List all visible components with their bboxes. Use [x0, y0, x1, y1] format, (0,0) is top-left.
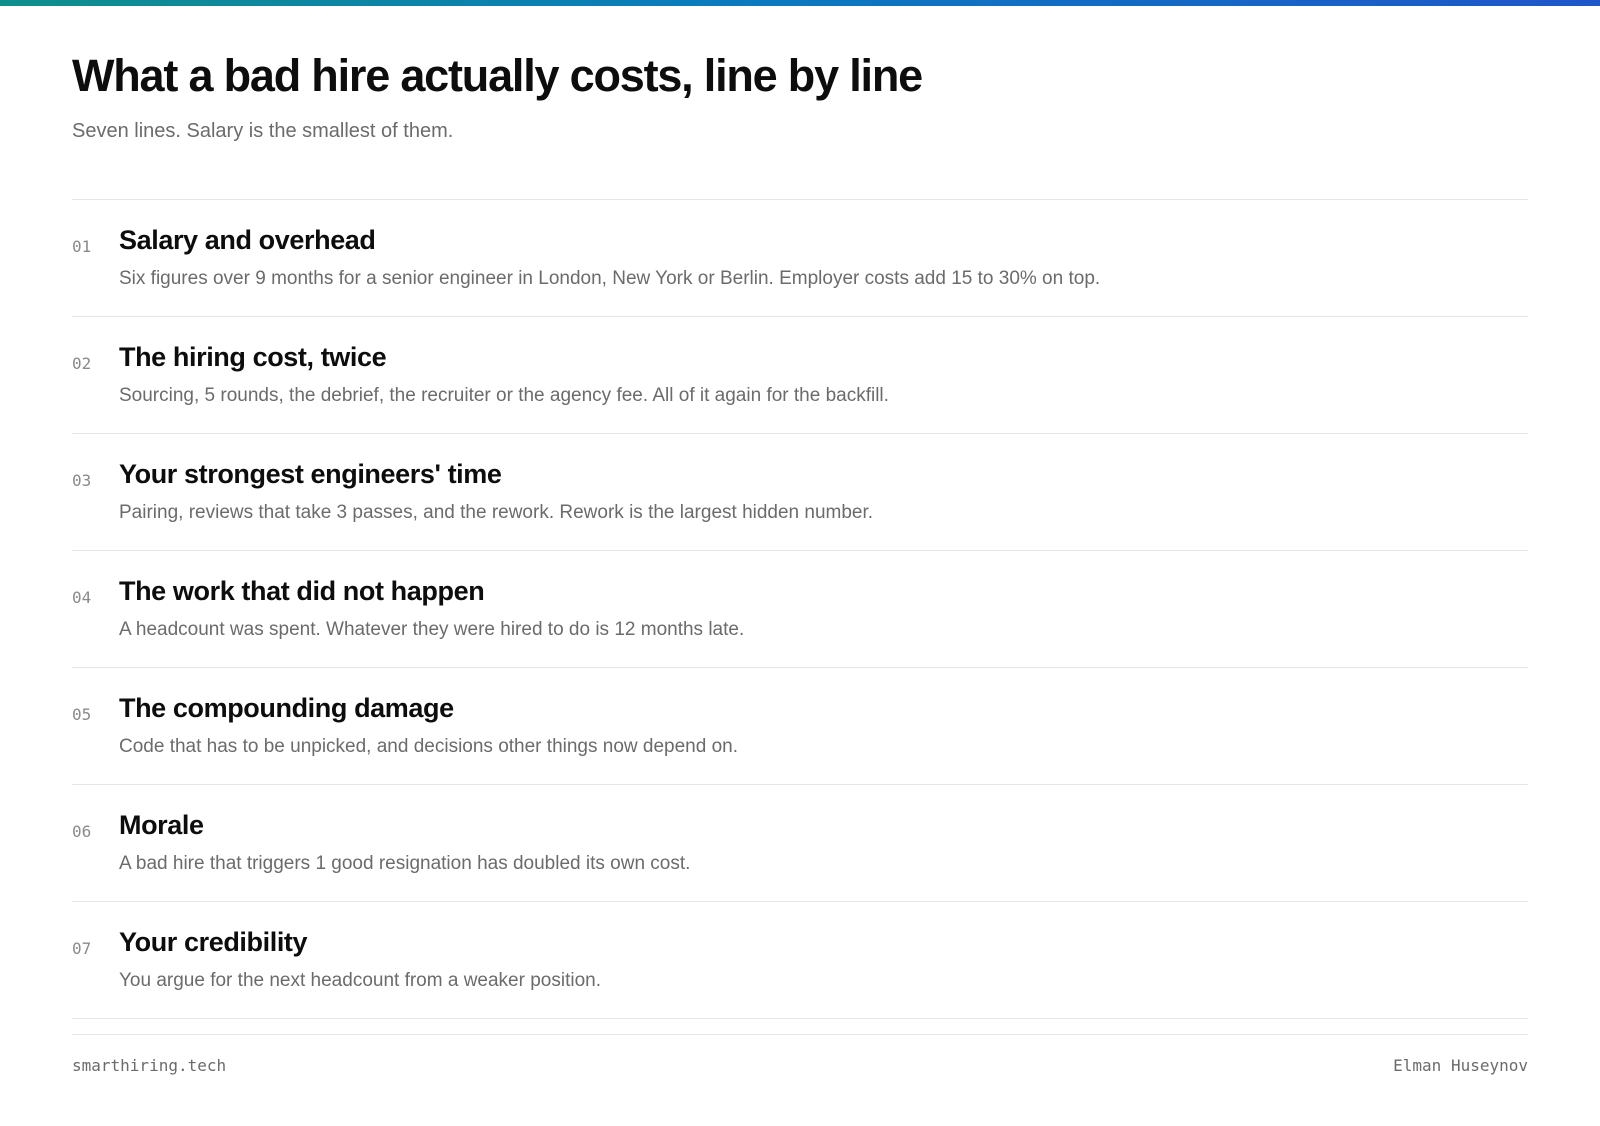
list-item: 06 Morale A bad hire that triggers 1 goo…: [72, 785, 1528, 902]
list-item: 01 Salary and overhead Six figures over …: [72, 200, 1528, 317]
item-title: The work that did not happen: [119, 576, 485, 606]
author-name: Elman Huseynov: [1393, 1056, 1528, 1075]
item-number: 03: [72, 471, 92, 490]
item-description: Code that has to be unpicked, and decisi…: [119, 736, 738, 757]
item-description: Six figures over 9 months for a senior e…: [119, 268, 1101, 289]
item-title: Your credibility: [119, 927, 308, 957]
item-description: A bad hire that triggers 1 good resignat…: [119, 853, 691, 874]
item-description: Sourcing, 5 rounds, the debrief, the rec…: [119, 385, 889, 406]
site-name: smarthiring.tech: [72, 1056, 227, 1075]
accent-bar: [0, 0, 1600, 6]
item-title: Salary and overhead: [119, 225, 376, 255]
item-number: 01: [72, 237, 92, 256]
item-description: A headcount was spent. Whatever they wer…: [119, 619, 745, 640]
item-title: The compounding damage: [119, 693, 454, 723]
item-number: 06: [72, 822, 92, 841]
list-item: 05 The compounding damage Code that has …: [72, 668, 1528, 785]
page-subtitle: Seven lines. Salary is the smallest of t…: [72, 120, 454, 142]
item-number: 05: [72, 705, 92, 724]
page-title: What a bad hire actually costs, line by …: [72, 50, 923, 101]
item-number: 04: [72, 588, 92, 607]
item-title: Morale: [119, 810, 204, 840]
list-item: 04 The work that did not happen A headco…: [72, 551, 1528, 668]
item-number: 07: [72, 939, 92, 958]
item-number: 02: [72, 354, 92, 373]
list-item: 07 Your credibility You argue for the ne…: [72, 902, 1528, 1019]
item-description: Pairing, reviews that take 3 passes, and…: [119, 502, 874, 523]
item-title: Your strongest engineers' time: [119, 459, 502, 489]
item-title: The hiring cost, twice: [119, 342, 387, 372]
list-item: 03 Your strongest engineers' time Pairin…: [72, 434, 1528, 551]
cost-list: 01 Salary and overhead Six figures over …: [72, 199, 1528, 1019]
list-item: 02 The hiring cost, twice Sourcing, 5 ro…: [72, 317, 1528, 434]
item-description: You argue for the next headcount from a …: [119, 970, 601, 991]
footer: smarthiring.tech Elman Huseynov: [72, 1034, 1528, 1075]
